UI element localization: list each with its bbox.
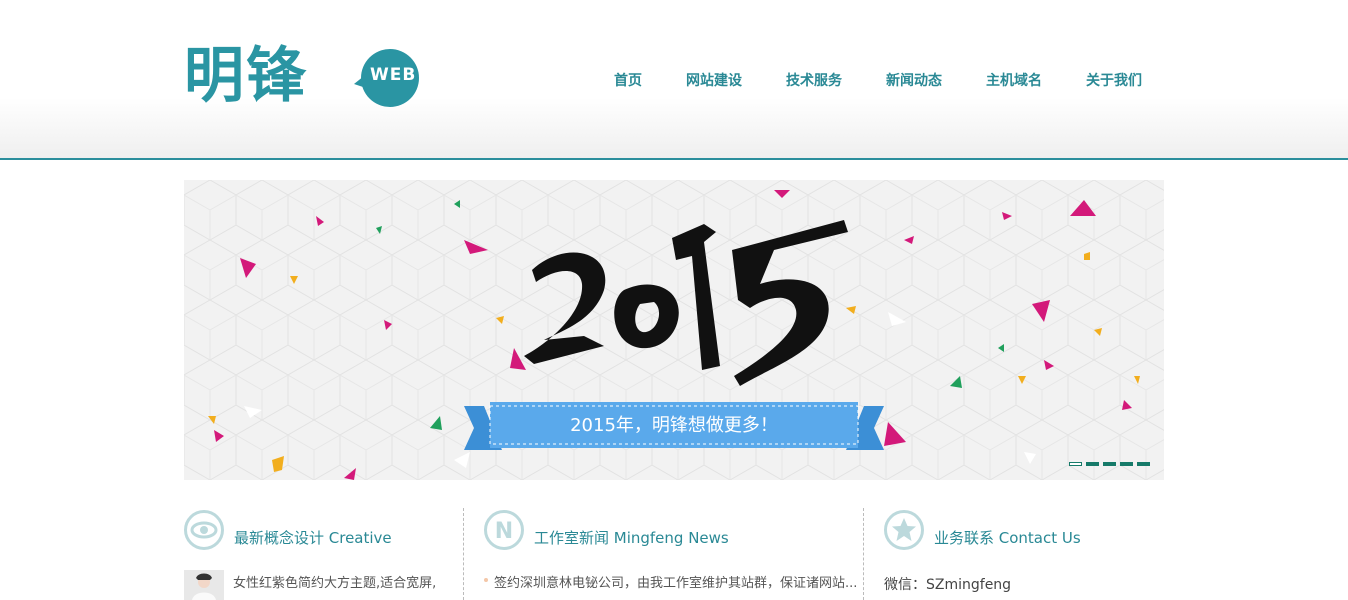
nav-item-web-building[interactable]: 网站建设 [686, 70, 742, 90]
slider-dot-4[interactable] [1120, 462, 1133, 466]
news-thumbnail[interactable] [184, 570, 224, 600]
column-news: N 工作室新闻 Mingfeng News 签约深圳意林电铋公司，由我工作室维护… [484, 508, 857, 600]
nav-item-tech-services[interactable]: 技术服务 [786, 70, 842, 90]
column-title-creative[interactable]: 最新概念设计 Creative [234, 527, 392, 548]
column-title-contact[interactable]: 业务联系 Contact Us [934, 527, 1081, 548]
main-nav: 首页 网站建设 技术服务 新闻动态 主机域名 关于我们 [0, 70, 1348, 90]
slider-dot-5[interactable] [1137, 462, 1150, 466]
banner-ribbon-text: 2015年，明锋想做更多！ [570, 415, 778, 436]
slider-pagination [1065, 462, 1150, 466]
letter-n-icon: N [484, 510, 524, 550]
nav-item-home[interactable]: 首页 [614, 70, 642, 90]
nav-item-about-us[interactable]: 关于我们 [1086, 70, 1142, 90]
nav-item-hosting-domains[interactable]: 主机域名 [986, 70, 1042, 90]
news-item-link[interactable]: 签约深圳意林电铋公司，由我工作室维护其站群，保证诸网站... [494, 572, 857, 591]
svg-text:N: N [495, 519, 513, 544]
contact-wechat: 微信：SZmingfeng [884, 577, 1012, 593]
eye-icon [184, 510, 224, 550]
slider-dot-2[interactable] [1086, 462, 1099, 466]
column-creative: 最新概念设计 Creative 女性红紫色简约大方主题,适合宽屏, [184, 508, 454, 600]
column-contact: 业务联系 Contact Us 微信：SZmingfeng [884, 508, 1164, 600]
column-divider [463, 508, 464, 600]
star-icon [884, 510, 924, 550]
slider-dot-1[interactable] [1069, 462, 1082, 466]
column-divider [863, 508, 864, 600]
list-bullet [484, 578, 488, 582]
column-title-news[interactable]: 工作室新闻 Mingfeng News [534, 527, 729, 548]
creative-item-link[interactable]: 女性红紫色简约大方主题,适合宽屏, [233, 572, 436, 591]
site-header: 明锋 WEB 首页 网站建设 技术服务 新闻动态 主机域名 关于我们 [0, 0, 1348, 160]
hero-banner[interactable]: 2015年，明锋想做更多！ [184, 180, 1164, 480]
slider-dot-3[interactable] [1103, 462, 1116, 466]
nav-item-news[interactable]: 新闻动态 [886, 70, 942, 90]
